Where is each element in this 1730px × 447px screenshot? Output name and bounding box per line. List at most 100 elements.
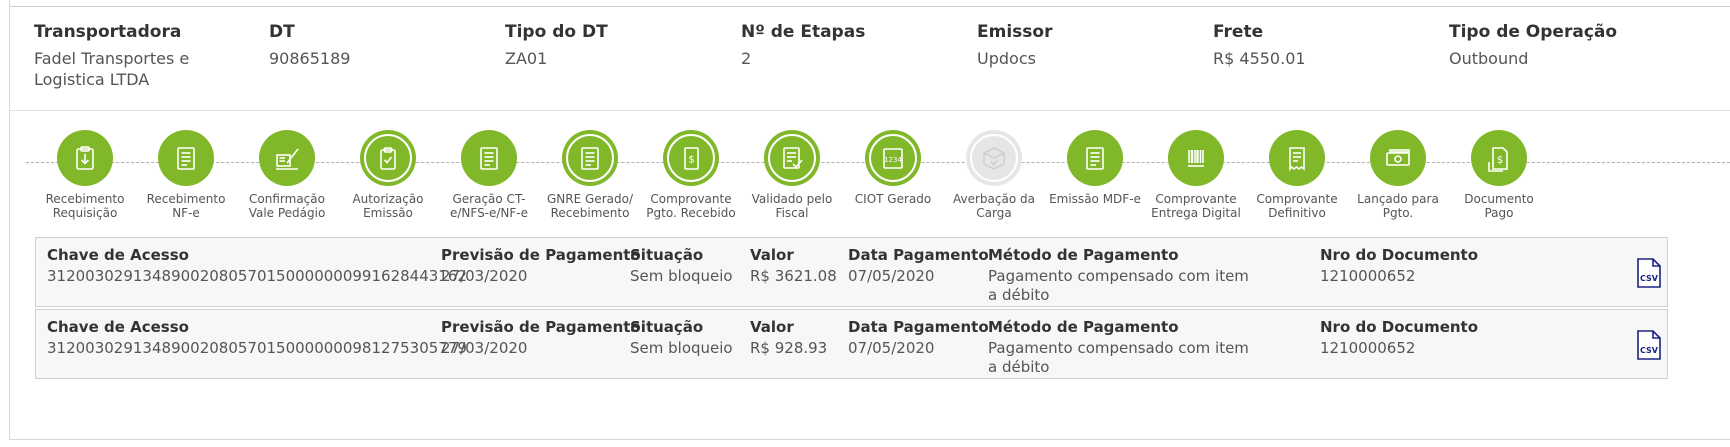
field-value: Updocs <box>977 49 1036 68</box>
payment-field-label: Data Pagamento <box>848 246 989 264</box>
step-label: Recebimento Requisição <box>45 192 125 220</box>
payment-field-metodo: Método de Pagamento Pagamento compensado … <box>988 246 1249 305</box>
clipboard-download-icon <box>71 144 99 172</box>
payment-field-situacao: Situação Sem bloqueio <box>630 246 733 286</box>
payment-field-label: Valor <box>750 318 794 336</box>
payment-field-label: Previsão de Pagamento <box>441 318 641 336</box>
payment-field-value: Sem bloqueio <box>630 339 733 357</box>
step-circle <box>461 130 517 186</box>
payment-field-label: Nro do Documento <box>1320 246 1479 264</box>
dollar-receipt-icon: $ <box>677 144 705 172</box>
field-value: Fadel Transportes e Logistica LTDA <box>34 49 190 89</box>
document-list-icon <box>475 144 503 172</box>
payment-field-data: Data Pagamento 07/05/2020 <box>848 318 989 358</box>
details-panel: Transportadora Fadel Transportes e Logis… <box>9 0 1730 440</box>
step-label: Comprovante Definitivo <box>1256 192 1338 220</box>
payment-field-valor: Valor R$ 928.93 <box>750 318 827 358</box>
payment-field-label: Chave de Acesso <box>47 246 189 264</box>
field-tipo-dt: Tipo do DT ZA01 <box>505 22 735 69</box>
step-circle <box>966 130 1022 186</box>
progress-step: $ Documento Pago <box>1443 130 1555 220</box>
payment-field-value: R$ 928.93 <box>750 339 828 357</box>
progress-step: $ Comprovante Pgto. Recebido <box>635 130 747 220</box>
step-label: Comprovante Pgto. Recebido <box>646 192 736 220</box>
payment-field-value: 3120030291348900208057015000000099162844… <box>47 267 467 285</box>
receipt-icon <box>1283 144 1311 172</box>
payment-field-chave: Chave de Acesso 3120030291348900208057015… <box>47 246 467 286</box>
progress-step: Confirmação Vale Pedágio <box>231 130 343 220</box>
payment-field-nro: Nro do Documento 1210000652 <box>1320 246 1478 286</box>
payment-field-valor: Valor R$ 3621.08 <box>750 246 837 286</box>
step-label: Comprovante Entrega Digital <box>1151 192 1241 220</box>
payment-field-value: 1210000652 <box>1320 267 1416 285</box>
field-label: DT <box>269 22 295 42</box>
payment-field-label: Método de Pagamento <box>988 318 1179 336</box>
field-label: Tipo de Operação <box>1449 22 1618 42</box>
payment-field-value: 27/03/2020 <box>441 339 528 357</box>
step-circle <box>1168 130 1224 186</box>
progress-step: Lançado para Pgto. <box>1342 130 1454 220</box>
csv-download-icon[interactable]: CSV <box>1636 330 1662 364</box>
payment-card: Chave de Acesso 3120030291348900208057015… <box>35 309 1668 379</box>
progress-step: 1234 CIOT Gerado <box>837 130 949 206</box>
progress-step: Recebimento Requisição <box>29 130 141 220</box>
progress-step: Comprovante Definitivo <box>1241 130 1353 220</box>
payment-field-value: 07/05/2020 <box>848 339 935 357</box>
payment-card: Chave de Acesso 3120030291348900208057015… <box>35 237 1668 307</box>
payment-field-label: Valor <box>750 246 794 264</box>
csv-download-icon[interactable]: CSV <box>1636 258 1662 292</box>
step-label: Emissão MDF-e <box>1049 192 1141 206</box>
payment-field-label: Previsão de Pagamento <box>441 246 641 264</box>
payment-field-nro: Nro do Documento 1210000652 <box>1320 318 1478 358</box>
truck-pen-icon <box>273 144 301 172</box>
ciot-card-icon: 1234 <box>879 144 907 172</box>
payment-field-label: Data Pagamento <box>848 318 989 336</box>
field-value: Outbound <box>1449 49 1529 68</box>
dt-header: Transportadora Fadel Transportes e Logis… <box>10 7 1730 111</box>
svg-text:$: $ <box>1497 155 1503 166</box>
svg-text:1234: 1234 <box>884 156 902 164</box>
step-label: Validado pelo Fiscal <box>751 192 833 220</box>
barcode-icon <box>1182 144 1210 172</box>
dollar-document-icon: $ <box>1485 144 1513 172</box>
field-value: ZA01 <box>505 49 548 68</box>
step-circle <box>57 130 113 186</box>
progress-steps: Recebimento Requisição Recebimento NF-e Co… <box>10 110 1730 230</box>
field-num-etapas: Nº de Etapas 2 <box>741 22 971 69</box>
document-check-icon <box>778 144 806 172</box>
document-list-icon <box>172 144 200 172</box>
document-list-icon <box>576 144 604 172</box>
step-label: Averbação da Carga <box>953 192 1035 220</box>
payment-field-data: Data Pagamento 07/05/2020 <box>848 246 989 286</box>
payment-field-previsao: Previsão de Pagamento 27/03/2020 <box>441 318 641 358</box>
progress-step: Validado pelo Fiscal <box>736 130 848 220</box>
payment-field-value: R$ 3621.08 <box>750 267 837 285</box>
step-circle <box>259 130 315 186</box>
step-label: Confirmação Vale Pedágio <box>248 192 326 220</box>
payment-field-label: Método de Pagamento <box>988 246 1179 264</box>
box-check-icon <box>980 144 1008 172</box>
payment-field-label: Situação <box>630 318 704 336</box>
field-label: Tipo do DT <box>505 22 608 42</box>
progress-step: Recebimento NF-e <box>130 130 242 220</box>
field-label: Transportadora <box>34 22 182 42</box>
clipboard-check-icon <box>374 144 402 172</box>
field-label: Nº de Etapas <box>741 22 866 42</box>
payment-field-label: Chave de Acesso <box>47 318 189 336</box>
step-circle <box>1269 130 1325 186</box>
banknote-icon <box>1384 144 1412 172</box>
step-circle: $ <box>1471 130 1527 186</box>
field-frete: Frete R$ 4550.01 <box>1213 22 1443 69</box>
step-label: Lançado para Pgto. <box>1357 192 1439 220</box>
step-circle <box>764 130 820 186</box>
step-label: Autorização Emissão <box>352 192 424 220</box>
payment-field-value: 27/03/2020 <box>441 267 528 285</box>
step-label: CIOT Gerado <box>854 192 932 206</box>
payment-field-label: Nro do Documento <box>1320 318 1479 336</box>
payment-field-label: Situação <box>630 246 704 264</box>
payment-field-value: Sem bloqueio <box>630 267 733 285</box>
step-circle: $ <box>663 130 719 186</box>
payment-field-value: Pagamento compensado com item a débito <box>988 267 1249 304</box>
field-label: Emissor <box>977 22 1053 42</box>
payment-field-chave: Chave de Acesso 3120030291348900208057015… <box>47 318 467 358</box>
